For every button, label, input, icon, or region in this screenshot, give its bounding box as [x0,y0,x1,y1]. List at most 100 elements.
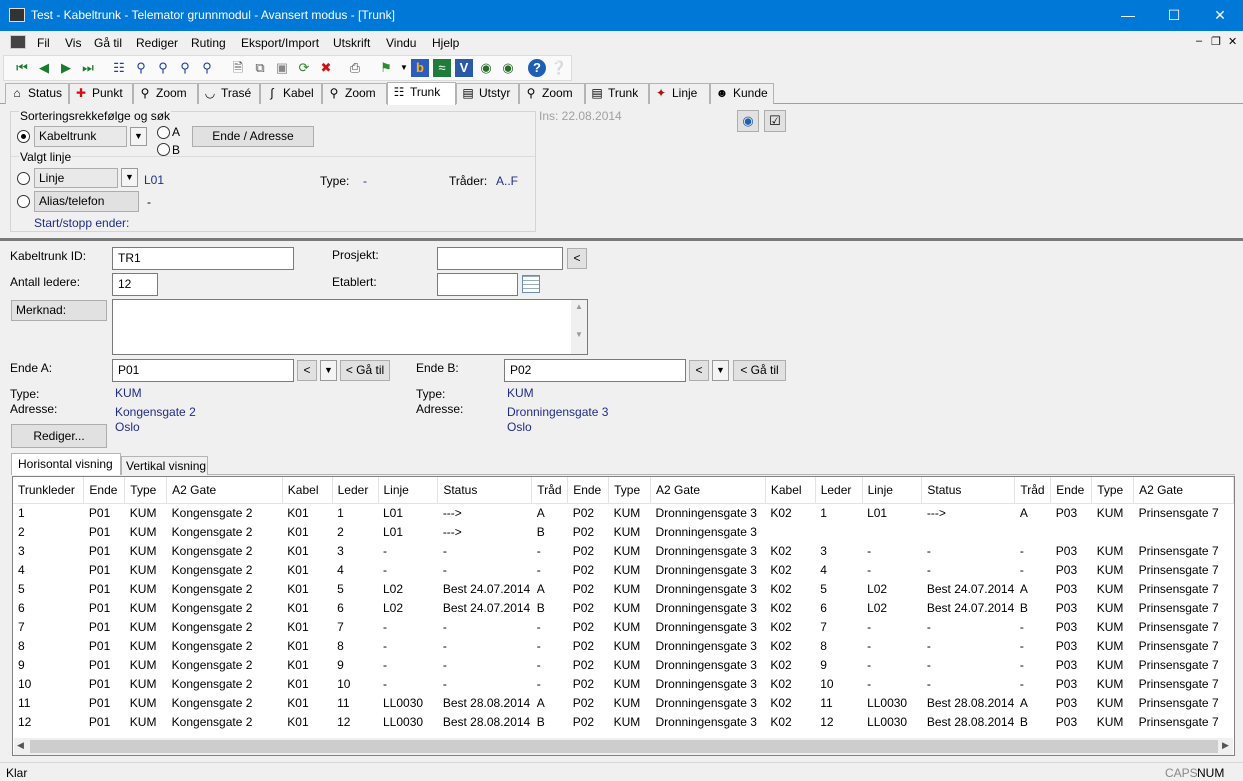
next-record-icon[interactable]: ▶ [57,59,75,77]
tab-trunk-active[interactable]: ☷ Trunk [387,82,456,105]
menu-hjelp[interactable]: Hjelp [432,36,459,50]
help-icon[interactable]: ? [528,59,546,77]
end-a-dropdown-button[interactable]: ▼ [320,360,337,381]
menu-ga-til[interactable]: Gå til [94,36,122,50]
trunk-id-field[interactable]: TR1 [112,247,294,270]
calendar-icon[interactable] [522,275,540,293]
end-b-field[interactable]: P02 [504,359,686,382]
tab-zoom-kabel[interactable]: ⚲ Zoom [322,83,387,104]
tab-status[interactable]: ⌂ Status [5,83,69,104]
project-field[interactable] [437,247,563,270]
end-b-goto-button[interactable]: < Gå til [733,360,786,381]
tab-zoom-utstyr[interactable]: ⚲ Zoom [519,83,585,104]
grid-column-header[interactable]: Leder [815,477,863,504]
table-row[interactable]: 5 P01 KUM Kongensgate 2 K01 5 L02 Best 24.07.20… [13,579,1234,598]
grid-column-header[interactable]: Linje [378,477,439,504]
scroll-right-icon[interactable]: ▶ [1222,740,1229,751]
end-address-button[interactable]: Ende / Adresse [192,126,314,147]
end-b-pick-button[interactable]: < [689,360,709,381]
search-icon[interactable]: ⚲ [154,59,172,77]
sort-combo[interactable]: Kabeltrunk [34,126,127,147]
conductors-field[interactable]: 12 [112,273,158,296]
grid-column-header[interactable]: Trunkleder [13,477,85,504]
zoom-icon[interactable]: ⚲ [132,59,150,77]
first-record-icon[interactable]: ⏮ [13,59,31,77]
sort-dropdown-button[interactable]: ▼ [130,127,147,146]
grid-column-header[interactable]: Ende [83,477,126,504]
tab-kabel[interactable]: ∫ Kabel [260,83,322,104]
context-help-icon[interactable]: ❔ [550,59,568,77]
last-record-icon[interactable]: ⏭ [79,59,97,77]
tab-utstyr[interactable]: ▤ Utstyr [456,83,519,104]
end-a-radio[interactable] [157,126,170,139]
line-combo[interactable]: Linje [34,168,118,188]
previous-record-icon[interactable]: ◀ [35,59,53,77]
menu-vis[interactable]: Vis [65,36,81,50]
scroll-left-icon[interactable]: ◀ [17,740,24,751]
scroll-thumb[interactable] [30,740,1218,753]
end-a-field[interactable]: P01 [112,359,294,382]
search-next-icon[interactable]: ⚲ [176,59,194,77]
globe-lookup-icon[interactable]: ◉ [737,110,759,132]
tab-horizontal-view[interactable]: Horisontal visning [11,453,121,475]
grid-column-header[interactable]: Ende [1050,477,1093,504]
grid-column-header[interactable]: A2 Gate [166,477,283,504]
grid-column-header[interactable]: Kabel [765,477,816,504]
grid-column-header[interactable]: Type [1091,477,1135,504]
map-icon[interactable]: ⚑ [377,59,395,77]
table-row[interactable]: 7 P01 KUM Kongensgate 2 K01 7 - - - P02 KUM Dronnin… [13,617,1234,636]
bing-map-icon[interactable]: b [411,59,429,77]
tab-zoom-punkt[interactable]: ⚲ Zoom [133,83,198,104]
grid-column-header[interactable]: Kabel [282,477,333,504]
mdi-restore-button[interactable]: ❐ [1211,35,1221,48]
established-field[interactable] [437,273,518,296]
mdi-close-button[interactable]: ✕ [1228,35,1237,48]
table-row[interactable]: 10 P01 KUM Kongensgate 2 K01 10 - - - P02 KUM Dronn… [13,674,1234,693]
grid-column-header[interactable]: Linje [862,477,923,504]
tree-view-icon[interactable]: ☷ [110,59,128,77]
table-row[interactable]: 3 P01 KUM Kongensgate 2 K01 3 - - - P02 KUM Dronnin… [13,541,1234,560]
mdi-minimize-button[interactable]: – [1196,35,1202,47]
table-row[interactable]: 1 P01 KUM Kongensgate 2 K01 1 L01 ---> A P02 KUM Dr… [13,503,1234,522]
sort-radio[interactable] [17,130,30,143]
maximize-button[interactable]: ☐ [1151,0,1197,31]
menu-utskrift[interactable]: Utskrift [333,36,370,50]
globe-icon[interactable]: ◉ [477,59,495,77]
panel-splitter[interactable] [0,238,1243,241]
note-button[interactable]: Merknad: [11,300,107,321]
visio-icon[interactable]: V [455,59,473,77]
copy-icon[interactable]: ⧉ [251,59,269,77]
table-row[interactable]: 2 P01 KUM Kongensgate 2 K01 2 L01 ---> B P02 KUM Dr… [13,522,1234,541]
delete-icon[interactable]: ✖ [317,59,335,77]
grid-column-header[interactable]: A2 Gate [1133,477,1234,504]
menu-fil[interactable]: Fil [37,36,50,50]
end-b-dropdown-button[interactable]: ▼ [712,360,729,381]
end-a-pick-button[interactable]: < [297,360,317,381]
table-row[interactable]: 4 P01 KUM Kongensgate 2 K01 4 - - - P02 KUM Dronnin… [13,560,1234,579]
table-row[interactable]: 12 P01 KUM Kongensgate 2 K01 12 LL0030 Best 28.… [13,712,1234,731]
grid-horizontal-scrollbar[interactable]: ◀ ▶ [14,738,1233,755]
checklist-icon[interactable]: ☑ [764,110,786,132]
tab-vertical-view[interactable]: Vertikal visning [121,456,208,475]
grid-column-header[interactable]: Ende [567,477,610,504]
search-previous-icon[interactable]: ⚲ [198,59,216,77]
close-button[interactable]: ✕ [1197,0,1243,31]
grid-column-header[interactable]: Leder [332,477,379,504]
tab-linje[interactable]: ✦ Linje [649,83,710,104]
mdi-window-icon[interactable] [10,35,26,49]
menu-vindu[interactable]: Vindu [386,36,416,50]
tab-punkt[interactable]: ✚ Punkt [69,83,133,104]
table-row[interactable]: 6 P01 KUM Kongensgate 2 K01 6 L02 Best 24.07.20… [13,598,1234,617]
norway-map-icon[interactable]: ≈ [433,59,451,77]
tab-kunde[interactable]: ☻ Kunde [710,83,774,104]
grid-column-header[interactable]: A2 Gate [650,477,766,504]
tab-trase[interactable]: ◡ Trasé [198,83,260,104]
grid-column-header[interactable]: Tråd [531,477,569,504]
end-a-goto-button[interactable]: < Gå til [340,360,390,381]
note-textarea[interactable] [112,299,588,355]
alias-radio[interactable] [17,195,30,208]
line-radio[interactable] [17,172,30,185]
grid-column-header[interactable]: Type [608,477,651,504]
menu-rediger[interactable]: Rediger [136,36,178,50]
edit-button[interactable]: Rediger... [11,424,107,448]
